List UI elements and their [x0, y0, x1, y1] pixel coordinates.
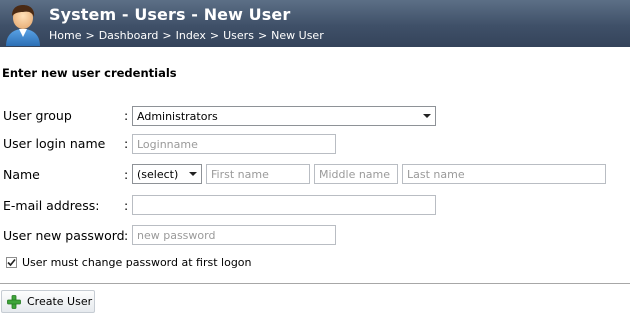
breadcrumb-index[interactable]: Index [176, 29, 206, 42]
colon: : [124, 108, 129, 123]
user-avatar-icon [6, 5, 40, 46]
user-group-label: User group [3, 108, 72, 123]
password-label: User new password [3, 228, 125, 243]
email-label: E-mail address: [3, 198, 100, 213]
breadcrumb-users[interactable]: Users [223, 29, 254, 42]
last-name-input[interactable] [402, 164, 606, 184]
colon: : [124, 198, 129, 213]
breadcrumb-home[interactable]: Home [49, 29, 81, 42]
colon: : [124, 228, 129, 243]
chevron-down-icon [189, 172, 197, 176]
breadcrumb-current: New User [271, 29, 324, 42]
name-title-select[interactable]: (select) [132, 164, 202, 184]
breadcrumb-separator: > [209, 29, 220, 42]
colon: : [124, 167, 129, 182]
password-input[interactable] [132, 225, 336, 245]
name-label: Name [3, 167, 40, 182]
page-header: System - Users - New User Home > Dashboard… [0, 0, 630, 47]
user-group-select[interactable]: Administrators [132, 106, 436, 126]
breadcrumb: Home > Dashboard > Index > Users > New User [49, 29, 324, 42]
login-name-input[interactable] [132, 134, 336, 154]
breadcrumb-separator: > [162, 29, 172, 42]
middle-name-input[interactable] [314, 164, 398, 184]
must-change-row: User must change password at first logon [6, 256, 252, 269]
breadcrumb-separator: > [85, 29, 95, 42]
create-user-button[interactable]: Create User [1, 290, 95, 313]
user-group-value: Administrators [137, 109, 218, 123]
page-title: System - Users - New User [49, 5, 291, 24]
plus-icon [7, 294, 21, 309]
must-change-label: User must change password at first logon [22, 256, 252, 269]
must-change-checkbox[interactable] [6, 257, 17, 268]
checkmark-icon [7, 258, 16, 267]
name-title-value: (select) [137, 167, 179, 181]
breadcrumb-separator: > [257, 29, 268, 42]
login-name-label: User login name [3, 136, 106, 151]
divider [0, 283, 630, 284]
breadcrumb-dashboard[interactable]: Dashboard [99, 29, 159, 42]
form-heading: Enter new user credentials [2, 66, 177, 80]
colon: : [124, 136, 129, 151]
create-user-label: Create User [27, 295, 93, 308]
chevron-down-icon [423, 114, 431, 118]
email-input[interactable] [132, 195, 436, 215]
first-name-input[interactable] [206, 164, 310, 184]
